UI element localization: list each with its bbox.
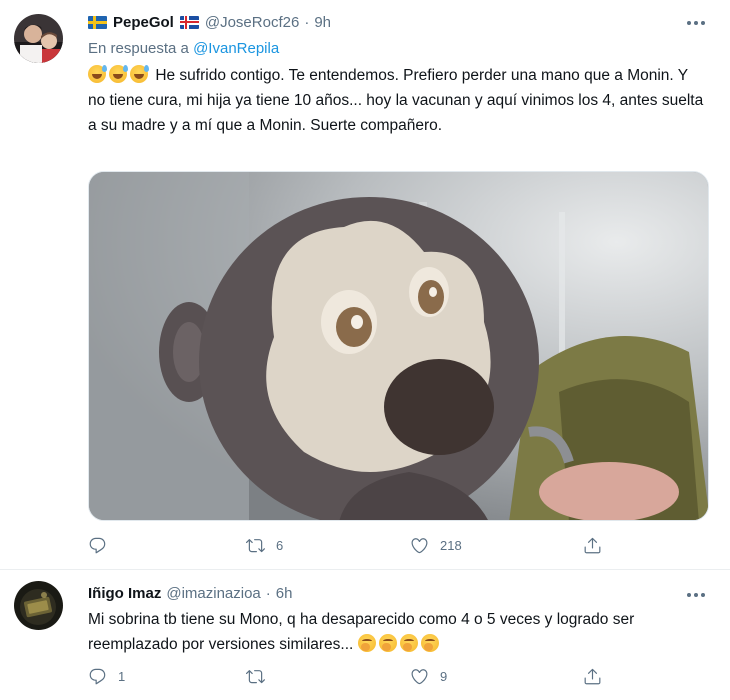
- tweet-body: He sufrido contigo. Te entendemos. Prefi…: [88, 67, 704, 134]
- timestamp[interactable]: 6h: [276, 585, 293, 602]
- sweat-smile-emoji-icon: [109, 65, 128, 83]
- reply-handle-link[interactable]: @IvanRepila: [193, 40, 279, 57]
- tweet-photo[interactable]: [88, 171, 709, 521]
- avatar[interactable]: [14, 581, 63, 630]
- like-button[interactable]: 9: [410, 667, 447, 686]
- retweet-icon: [246, 670, 265, 684]
- tweet[interactable]: PepeGol @JoseRocf26 · 9h En respuesta a …: [0, 0, 730, 570]
- tweet-text: Mi sobrina tb tiene su Mono, q ha desapa…: [88, 607, 698, 657]
- tweet-header: PepeGol @JoseRocf26 · 9h: [88, 11, 331, 33]
- yawning-face-emoji-icon: [378, 634, 397, 652]
- iceland-flag-icon: [179, 15, 199, 29]
- tweet[interactable]: Iñigo Imaz @imazinazioa · 6h Mi sobrina …: [0, 570, 730, 700]
- retweet-button[interactable]: [246, 667, 265, 686]
- like-count: 9: [440, 669, 448, 684]
- timestamp[interactable]: 9h: [314, 14, 331, 31]
- share-icon: [584, 668, 601, 685]
- separator: ·: [304, 13, 310, 31]
- tweet-actions: 6 218: [88, 536, 688, 560]
- heart-icon: [411, 669, 428, 685]
- share-icon: [584, 537, 601, 554]
- retweet-button[interactable]: 6: [246, 536, 283, 555]
- sweden-flag-icon: [88, 15, 107, 29]
- reply-icon: [89, 537, 106, 554]
- author-name[interactable]: Iñigo Imaz: [88, 585, 161, 602]
- more-icon[interactable]: [684, 18, 708, 28]
- avatar[interactable]: [14, 14, 63, 63]
- sweat-smile-emoji-icon: [88, 65, 107, 83]
- tweet-text: He sufrido contigo. Te entendemos. Prefi…: [88, 63, 708, 138]
- like-button[interactable]: 218: [410, 536, 462, 555]
- stuffed-monkey-image: [89, 172, 708, 520]
- heart-icon: [411, 538, 428, 554]
- sweat-smile-emoji-icon: [130, 65, 149, 83]
- author-handle[interactable]: @JoseRocf26: [205, 14, 299, 31]
- author-handle[interactable]: @imazinazioa: [166, 585, 260, 602]
- retweet-count: 6: [276, 538, 284, 553]
- tweet-header: Iñigo Imaz @imazinazioa · 6h: [88, 582, 292, 604]
- like-count: 218: [440, 538, 462, 553]
- tweet-actions: 1 9: [88, 667, 688, 691]
- more-icon[interactable]: [684, 590, 708, 600]
- reply-icon: [89, 668, 106, 685]
- author-name[interactable]: PepeGol: [113, 14, 174, 31]
- share-button[interactable]: [583, 667, 602, 686]
- retweet-icon: [246, 539, 265, 553]
- reply-button[interactable]: [88, 536, 107, 555]
- reply-prefix: En respuesta a: [88, 40, 189, 57]
- yawning-face-emoji-icon: [357, 634, 376, 652]
- separator: ·: [265, 584, 271, 602]
- yawning-face-emoji-icon: [399, 634, 418, 652]
- reply-context: En respuesta a @IvanRepila: [88, 40, 279, 57]
- yawning-face-emoji-icon: [420, 634, 439, 652]
- reply-count: 1: [118, 669, 126, 684]
- share-button[interactable]: [583, 536, 602, 555]
- reply-button[interactable]: 1: [88, 667, 125, 686]
